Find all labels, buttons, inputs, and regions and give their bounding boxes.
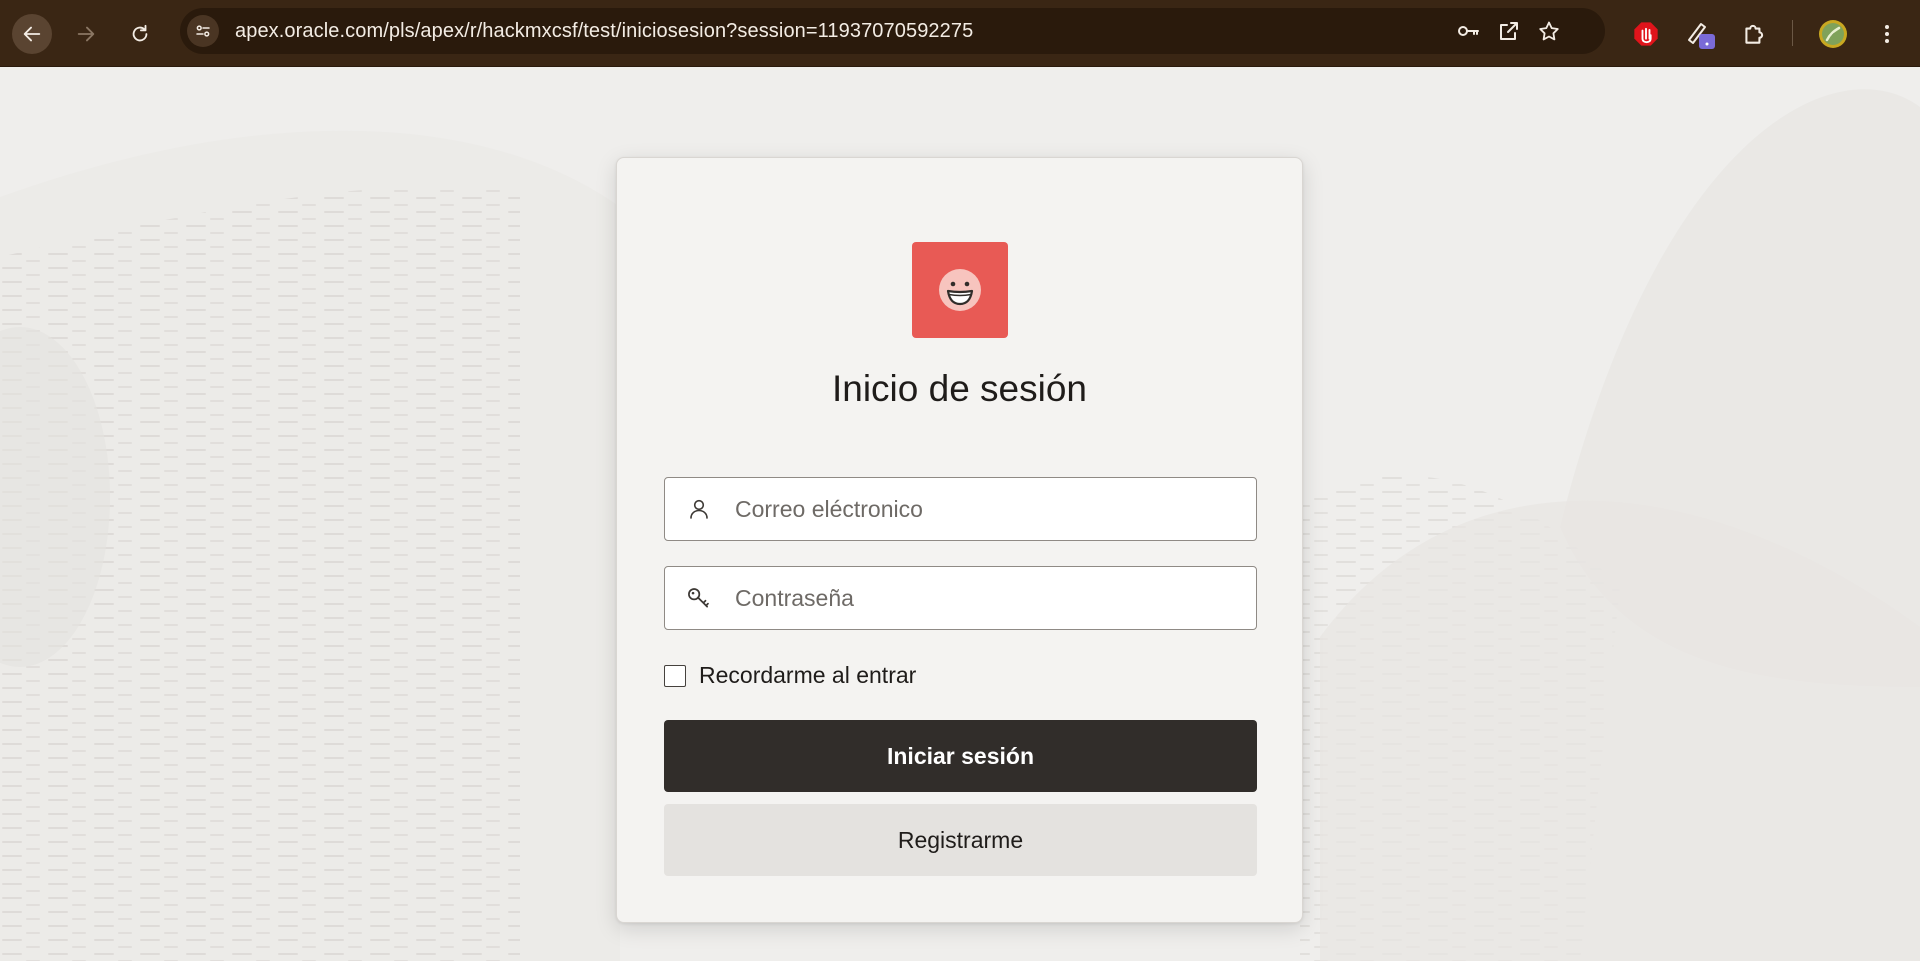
arrow-left-icon — [23, 26, 41, 42]
arrow-right-icon — [77, 26, 95, 42]
remember-me-row[interactable]: Recordarme al entrar — [664, 662, 916, 689]
back-button[interactable] — [12, 14, 52, 54]
reload-button[interactable] — [120, 14, 160, 54]
extensions-menu-button[interactable] — [1737, 17, 1771, 51]
smiley-face-icon — [939, 269, 981, 311]
user-icon — [685, 495, 713, 523]
address-bar[interactable]: apex.oracle.com/pls/apex/r/hackmxcsf/tes… — [180, 8, 1605, 54]
bookmark-star-icon — [1539, 21, 1559, 40]
email-field[interactable] — [664, 477, 1257, 541]
open-in-window-button[interactable] — [1497, 19, 1521, 43]
open-in-new-window-icon — [1500, 22, 1518, 40]
url-text[interactable]: apex.oracle.com/pls/apex/r/hackmxcsf/tes… — [235, 20, 973, 43]
profile-button[interactable] — [1816, 17, 1850, 51]
login-card: Inicio de sesión Recordarme al entrar In… — [616, 157, 1303, 923]
password-key-icon — [1458, 26, 1479, 36]
page-title: Inicio de sesión — [831, 368, 1088, 409]
remember-me-label[interactable]: Recordarme al entrar — [699, 662, 916, 689]
page-content: Inicio de sesión Recordarme al entrar In… — [0, 67, 1920, 961]
sign-in-button[interactable]: Iniciar sesión — [664, 720, 1257, 792]
password-field[interactable] — [664, 566, 1257, 630]
key-icon — [685, 584, 713, 612]
site-info-icon — [196, 25, 210, 37]
toolbar-separator — [1792, 20, 1793, 46]
adblock-extension-button[interactable] — [1629, 17, 1663, 51]
password-manager-button[interactable] — [1456, 19, 1480, 43]
bookmark-button[interactable] — [1537, 19, 1561, 43]
extensions-puzzle-icon — [1745, 24, 1764, 44]
email-input[interactable] — [735, 478, 1245, 540]
forward-button[interactable] — [66, 14, 106, 54]
site-info-button[interactable] — [187, 15, 219, 47]
more-menu-icon — [1885, 25, 1889, 43]
extension-pen-icon — [1688, 23, 1715, 49]
adblock-hand-icon — [1634, 22, 1658, 46]
password-input[interactable] — [735, 567, 1245, 629]
more-menu-button[interactable] — [1870, 17, 1904, 51]
remember-me-checkbox[interactable] — [664, 664, 686, 687]
browser-toolbar: apex.oracle.com/pls/apex/r/hackmxcsf/tes… — [0, 0, 1920, 67]
app-logo — [912, 242, 1008, 338]
register-button[interactable]: Registrarme — [664, 804, 1257, 876]
profile-avatar-icon — [1819, 20, 1847, 48]
pen-extension-button[interactable] — [1684, 17, 1718, 51]
reload-icon — [132, 24, 148, 42]
